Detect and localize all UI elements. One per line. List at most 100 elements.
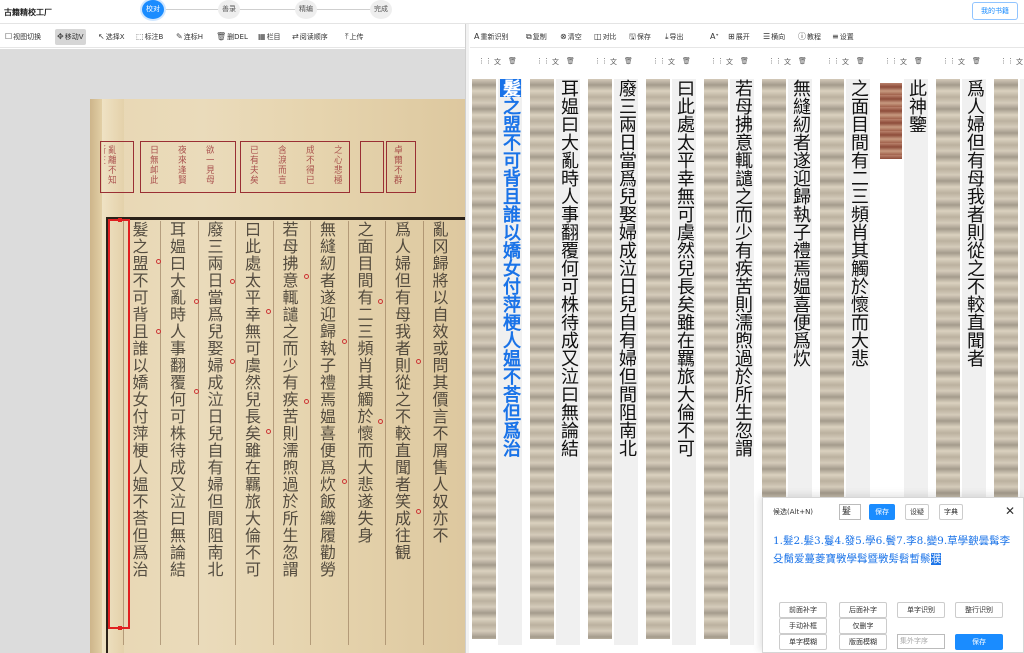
expand-button[interactable]: ⊞展开 bbox=[728, 29, 750, 45]
delete-tool-label: 删DEL bbox=[227, 33, 248, 41]
scan-fragment-text: 夜來逢賢 bbox=[176, 145, 186, 185]
text-column[interactable]: ⋮⋮ 文 🗑 廢三兩日當爲兒娶婦成泣日兒自有婦但間阻南北 bbox=[588, 53, 642, 649]
punctuation-mark bbox=[194, 299, 199, 304]
drag-handle-icon[interactable]: ⋮⋮ bbox=[884, 57, 898, 65]
save-button[interactable]: 🖫保存 bbox=[629, 29, 651, 45]
text-mode-icon[interactable]: 文 bbox=[1016, 57, 1023, 67]
tutorial-button[interactable]: ⓘ教程 bbox=[798, 29, 821, 45]
text-column[interactable]: ⋮⋮ 文 🗑 髮之盟不可背且誰以嬌女付萍梗人媪不荅但爲治 bbox=[472, 53, 526, 649]
layout-blur-button[interactable]: 版面模糊 bbox=[839, 634, 887, 650]
swap-icon: ⇄ bbox=[292, 32, 299, 41]
delete-char-only-button[interactable]: 仅删字 bbox=[839, 618, 887, 634]
column-text[interactable]: 曰此處太平幸無可虞然兒長矣雖在羈旅大倫不可 bbox=[672, 79, 696, 645]
settings-button[interactable]: ≡设置 bbox=[832, 29, 854, 45]
set-doubt-button[interactable]: 设疑 bbox=[905, 504, 929, 520]
chain-annotate-button[interactable]: ✎连标H bbox=[174, 29, 205, 45]
delete-column-icon[interactable]: 🗑 bbox=[624, 57, 633, 65]
delete-column-icon[interactable]: 🗑 bbox=[682, 57, 691, 65]
insert-after-button[interactable]: 后面补字 bbox=[839, 602, 887, 618]
text-mode-icon[interactable]: 文 bbox=[610, 57, 617, 67]
text-column[interactable]: ⋮⋮ 文 🗑 若母拂意輒譴之而少有疾苦則濡煦過於所生忽謂 bbox=[704, 53, 758, 649]
horizontal-button[interactable]: ☰横向 bbox=[763, 29, 785, 45]
line-ocr-button[interactable]: 整行识别 bbox=[955, 602, 1003, 618]
scan-column-rule bbox=[272, 221, 274, 645]
column-text[interactable]: 若母拂意輒譴之而少有疾苦則濡煦過於所生忽謂 bbox=[730, 79, 754, 645]
step-finish[interactable]: 完成 bbox=[370, 0, 392, 19]
final-save-button[interactable]: 保存 bbox=[955, 634, 1003, 650]
single-char-ocr-button[interactable]: 单字识别 bbox=[897, 602, 945, 618]
box-icon: ⬚ bbox=[136, 32, 144, 41]
extra-char-field[interactable]: 集外字序 bbox=[897, 634, 945, 649]
column-text[interactable]: 耳媪曰大亂時人事翻覆何可株待成又泣曰無論結 bbox=[556, 79, 580, 645]
scan-fragment-text: 日無卹此 bbox=[148, 145, 158, 185]
reading-order-button[interactable]: ⇄阅读顺序 bbox=[290, 29, 330, 45]
manual-box-button[interactable]: 手动补框 bbox=[779, 618, 827, 634]
delete-column-icon[interactable]: 🗑 bbox=[856, 57, 865, 65]
single-char-blur-button[interactable]: 单字模糊 bbox=[779, 634, 827, 650]
column-chars: 曰此處太平幸無可虞然兒長矣雖在羈旅大倫不可 bbox=[674, 79, 695, 457]
delete-column-icon[interactable]: 🗑 bbox=[740, 57, 749, 65]
re-recognize-button[interactable]: A重新识别 bbox=[474, 29, 508, 45]
text-column[interactable]: ⋮⋮ 文 🗑 曰此處太平幸無可虞然兒長矣雖在羈旅大倫不可 bbox=[646, 53, 700, 649]
my-books-button[interactable]: 我的书籍 bbox=[972, 2, 1018, 20]
text-mode-icon[interactable]: 文 bbox=[958, 57, 965, 67]
column-text[interactable]: 廢三兩日當爲兒娶婦成泣日兒自有婦但間阻南北 bbox=[614, 79, 638, 645]
text-mode-icon[interactable]: 文 bbox=[494, 57, 501, 67]
text-mode-icon[interactable]: 文 bbox=[668, 57, 675, 67]
columns-tool-button[interactable]: ▦栏目 bbox=[256, 29, 283, 45]
selected-char[interactable]: 髮 bbox=[500, 79, 521, 97]
candidate-list[interactable]: 1.髮2.髪3.鬘4.發5.學6.鬢7.李8.變9.草學斔曇髯李殳鬜爱蔓菱寶斆學… bbox=[773, 532, 1017, 568]
delete-column-icon[interactable]: 🗑 bbox=[508, 57, 517, 65]
annotate-tool-button[interactable]: ⬚标注B bbox=[134, 29, 165, 45]
view-switch-button[interactable]: ☐视图切换 bbox=[3, 29, 43, 45]
select-tool-button[interactable]: ↖选择X bbox=[96, 29, 127, 45]
upload-button[interactable]: ⤒上传 bbox=[343, 29, 366, 45]
selected-column-box[interactable] bbox=[108, 218, 130, 630]
drag-handle-icon[interactable]: ⋮⋮ bbox=[1000, 57, 1014, 65]
drag-handle-icon[interactable]: ⋮⋮ bbox=[768, 57, 782, 65]
candidate-save-button[interactable]: 保存 bbox=[869, 504, 895, 520]
insert-before-button[interactable]: 前面补字 bbox=[779, 602, 827, 618]
step-record[interactable]: 善录 bbox=[218, 0, 240, 19]
panel-splitter[interactable] bbox=[465, 24, 469, 653]
text-mode-icon[interactable]: 文 bbox=[552, 57, 559, 67]
step-edit[interactable]: 精编 bbox=[295, 0, 317, 19]
column-text[interactable]: 髮之盟不可背且誰以嬌女付萍梗人媪不荅但爲治 bbox=[498, 79, 522, 645]
clear-button[interactable]: ⊗清空 bbox=[560, 29, 582, 45]
drag-handle-icon[interactable]: ⋮⋮ bbox=[536, 57, 550, 65]
scan-fragment-text: 欲一見母 bbox=[204, 145, 214, 185]
drag-handle-icon[interactable]: ⋮⋮ bbox=[652, 57, 666, 65]
page-scan-image[interactable]: 亂冈歸將以自效或問其價言不屑售人奴亦不 爲人婦但有母我者則從之不較直聞者笑成往観之… bbox=[90, 99, 465, 653]
drag-handle-icon[interactable]: ⋮⋮ bbox=[942, 57, 956, 65]
column-controls: ⋮⋮文 🗑 bbox=[530, 57, 584, 71]
column-chars: 無縫紉者遂迎歸執子禮焉媪喜便爲炊 bbox=[790, 79, 811, 367]
delete-column-icon[interactable]: 🗑 bbox=[972, 57, 981, 65]
scan-fragment-text: 成不得已 bbox=[304, 145, 314, 185]
move-tool-button[interactable]: ✥移动V bbox=[55, 29, 86, 45]
delete-column-icon[interactable]: 🗑 bbox=[914, 57, 923, 65]
text-mode-icon[interactable]: 文 bbox=[784, 57, 791, 67]
compare-button[interactable]: ◫对比 bbox=[594, 29, 617, 45]
copy-button[interactable]: ⧉复制 bbox=[526, 29, 547, 45]
export-button[interactable]: ⤓导出 bbox=[665, 29, 684, 45]
text-mode-icon[interactable]: 文 bbox=[726, 57, 733, 67]
text-column[interactable]: ⋮⋮ 文 🗑 耳媪曰大亂時人事翻覆何可株待成又泣曰無論結 bbox=[530, 53, 584, 649]
scan-viewer[interactable]: 亂冈歸將以自效或問其價言不屑售人奴亦不 爲人婦但有母我者則從之不較直聞者笑成往観之… bbox=[0, 49, 465, 653]
current-char-input[interactable]: 髮 bbox=[839, 504, 861, 520]
text-mode-icon[interactable]: 文 bbox=[900, 57, 907, 67]
drag-handle-icon[interactable]: ⋮⋮ bbox=[710, 57, 724, 65]
font-size-button[interactable]: Aᐩ bbox=[710, 29, 720, 45]
drag-handle-icon[interactable]: ⋮⋮ bbox=[594, 57, 608, 65]
dictionary-button[interactable]: 字典 bbox=[939, 504, 963, 520]
delete-column-icon[interactable]: 🗑 bbox=[566, 57, 575, 65]
text-mode-icon[interactable]: 文 bbox=[842, 57, 849, 67]
step-proofread[interactable]: 校对 bbox=[142, 0, 164, 19]
chain-annotate-label: 连标H bbox=[183, 33, 203, 41]
drag-handle-icon[interactable]: ⋮⋮ bbox=[478, 57, 492, 65]
close-icon[interactable]: ✕ bbox=[1005, 504, 1015, 518]
drag-handle-icon[interactable]: ⋮⋮ bbox=[826, 57, 840, 65]
delete-column-icon[interactable]: 🗑 bbox=[798, 57, 807, 65]
scan-column-rule bbox=[385, 221, 386, 645]
horizontal-icon: ☰ bbox=[763, 32, 771, 41]
delete-tool-button[interactable]: 🗑删DEL bbox=[214, 29, 250, 45]
